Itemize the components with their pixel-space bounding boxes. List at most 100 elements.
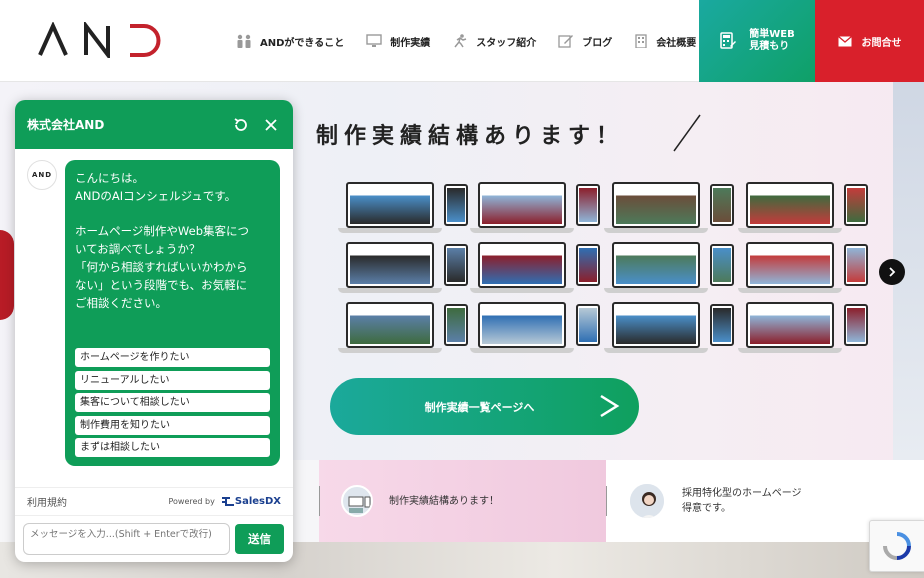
- hero-title: 制作実績結構あります！: [316, 124, 625, 149]
- monitor-icon: [366, 34, 382, 47]
- phone-frame: [444, 304, 468, 346]
- slider-next-button[interactable]: [879, 259, 905, 285]
- laptop-base: [470, 228, 574, 233]
- phone-frame: [576, 184, 600, 226]
- laptop-frame: [612, 242, 700, 288]
- contact-button[interactable]: お問合せ: [815, 0, 924, 82]
- bot-message-text: こんにちは。 ANDのAIコンシェルジュです。 ホームページ制作やWeb集客につ…: [75, 171, 249, 310]
- bot-message-bubble: こんにちは。 ANDのAIコンシェルジュです。 ホームページ制作やWeb集客につ…: [65, 160, 280, 466]
- nav-item-company[interactable]: 会社概要: [634, 34, 696, 49]
- terms-link[interactable]: 利用規約: [27, 494, 169, 509]
- salesdx-logo[interactable]: SalesDX: [221, 496, 281, 507]
- laptop-base: [470, 348, 574, 353]
- nav-label: ブログ: [582, 37, 613, 49]
- phone-frame: [710, 244, 734, 286]
- laptop-base: [338, 348, 442, 353]
- quick-reply-option[interactable]: まずは相談したい: [75, 438, 270, 457]
- laptop-base: [604, 348, 708, 353]
- nav-label: 会社概要: [656, 37, 697, 49]
- and-logo[interactable]: [38, 20, 163, 61]
- chat-title: 株式会社AND: [27, 118, 105, 132]
- building-icon: [635, 34, 647, 48]
- laptop-frame: [746, 242, 834, 288]
- band-divider: [606, 486, 607, 516]
- laptop-frame: [746, 302, 834, 348]
- nav-label: ANDができること: [260, 37, 345, 49]
- band-works-item[interactable]: 制作実績結構あります！: [319, 460, 606, 542]
- phone-frame: [844, 244, 868, 286]
- people-icon: [237, 34, 251, 48]
- quote-label-line1: 簡単WEB: [749, 28, 795, 40]
- recaptcha-badge[interactable]: [869, 520, 924, 572]
- arrow-right-icon: [600, 394, 620, 418]
- chat-messages: AND こんにちは。 ANDのAIコンシェルジュです。 ホームページ制作やWeb…: [15, 149, 293, 487]
- chat-message-input[interactable]: [23, 523, 230, 555]
- chevron-right-icon: [889, 267, 896, 277]
- phone-frame: [444, 184, 468, 226]
- chat-footer: 利用規約 Powered by SalesDX: [15, 487, 293, 515]
- band-recruit-text: 採用特化型のホームページ 得意です。: [682, 486, 802, 516]
- calculator-icon: [720, 32, 737, 49]
- works-thumbnail: [341, 485, 373, 517]
- chat-header: 株式会社AND: [15, 100, 293, 149]
- salesdx-mark-icon: [221, 497, 234, 506]
- mail-icon: [837, 35, 852, 46]
- nav-label: 制作実績: [390, 37, 431, 49]
- laptop-base: [604, 288, 708, 293]
- chat-close-button[interactable]: [261, 115, 281, 135]
- nav-item-blog[interactable]: ブログ: [558, 34, 612, 49]
- hero-left-decoration: [0, 230, 14, 320]
- laptop-frame: [746, 182, 834, 228]
- nav-item-staff[interactable]: スタッフ紹介: [452, 34, 536, 49]
- laptop-frame: [478, 302, 566, 348]
- quick-reply-option[interactable]: リニューアルしたい: [75, 370, 270, 390]
- person-thumbnail: [628, 482, 666, 520]
- refresh-icon: [234, 117, 247, 131]
- laptop-thumbnail-graphic: [348, 496, 371, 513]
- phone-frame: [444, 244, 468, 286]
- band-works-text: 制作実績結構あります！: [389, 495, 499, 507]
- web-quote-button[interactable]: 簡単WEB 見積もり: [699, 0, 815, 82]
- laptop-base: [738, 288, 842, 293]
- quick-reply-options: ホームページを作りたい リニューアルしたい 集客について相談したい 制作費用を知…: [75, 348, 270, 461]
- laptop-base: [738, 228, 842, 233]
- nav-label: スタッフ紹介: [476, 37, 537, 49]
- contact-label: お問合せ: [861, 37, 902, 49]
- works-list-label: 制作実績一覧ページへ: [424, 400, 535, 414]
- slash-decoration: [673, 114, 701, 152]
- recaptcha-icon: [883, 532, 911, 560]
- send-button[interactable]: 送信: [235, 524, 284, 554]
- nav-item-works[interactable]: 制作実績: [366, 34, 430, 49]
- quick-reply-option[interactable]: ホームページを作りたい: [75, 348, 270, 367]
- band-recruit-line2: 得意です。: [682, 503, 731, 514]
- quick-reply-option[interactable]: 制作費用を知りたい: [75, 415, 270, 435]
- laptop-frame: [346, 242, 434, 288]
- pencil-note-icon: [558, 35, 574, 48]
- phone-frame: [576, 304, 600, 346]
- laptop-base: [604, 228, 708, 233]
- nav-item-services[interactable]: ANDができること: [236, 34, 344, 49]
- quote-label-line2: 見積もり: [749, 41, 790, 52]
- laptop-base: [338, 288, 442, 293]
- laptop-frame: [346, 182, 434, 228]
- running-person-icon: [454, 34, 467, 48]
- laptop-frame: [478, 182, 566, 228]
- phone-frame: [844, 304, 868, 346]
- bot-avatar: AND: [27, 160, 57, 190]
- band-recruit-line1: 採用特化型のホームページ: [682, 488, 802, 499]
- laptop-frame: [346, 302, 434, 348]
- laptop-base: [338, 228, 442, 233]
- phone-frame: [710, 184, 734, 226]
- laptop-base: [738, 348, 842, 353]
- phone-frame: [710, 304, 734, 346]
- chat-widget: 株式会社AND AND こんにちは。 ANDのAIコンシェルジュです。 ホームペ…: [15, 100, 293, 562]
- laptop-frame: [612, 182, 700, 228]
- band-divider: [319, 486, 320, 516]
- person-photo-graphic: [630, 484, 664, 518]
- main-nav: ANDができること 制作実績 スタッフ紹介 ブログ 会社概要: [236, 0, 718, 82]
- chat-input-row: 送信: [15, 515, 293, 562]
- chat-reset-button[interactable]: [231, 115, 251, 135]
- works-list-button[interactable]: 制作実績一覧ページへ: [330, 378, 639, 435]
- quick-reply-option[interactable]: 集客について相談したい: [75, 393, 270, 412]
- salesdx-label: SalesDX: [234, 496, 281, 507]
